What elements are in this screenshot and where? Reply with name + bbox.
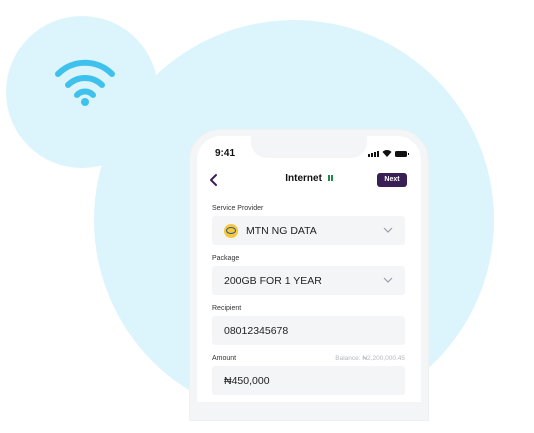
recipient-value: 08012345678 [224, 324, 289, 337]
service-provider-value: MTN NG DATA [246, 224, 317, 237]
amount-value: ₦450,000 [224, 374, 270, 387]
signal-icon [368, 151, 379, 157]
wifi-status-icon [382, 149, 392, 157]
status-time: 9:41 [215, 148, 236, 159]
status-icons [368, 149, 409, 157]
battery-icon [395, 151, 409, 157]
service-provider-select[interactable]: MTN NG DATA [212, 216, 405, 245]
chevron-down-icon [383, 227, 393, 233]
chevron-left-icon[interactable] [207, 173, 221, 187]
page-title: Internet [285, 173, 322, 184]
phone-notch [251, 136, 367, 158]
wifi-icon [55, 59, 115, 106]
nigeria-flag-icon [327, 175, 333, 182]
recipient-label: Recipient [212, 305, 242, 312]
package-label: Package [212, 255, 240, 262]
next-button[interactable]: Next [377, 173, 407, 187]
chevron-down-icon [383, 277, 393, 283]
balance-text: Balance: ₦2,200,000.45 [335, 355, 405, 362]
mtn-logo [224, 223, 238, 238]
amount-label: Amount [212, 355, 237, 362]
page-title-wrap: Internet [267, 173, 351, 184]
package-select[interactable]: 200GB FOR 1 YEAR [212, 266, 405, 295]
phone-screen: 9:41 Internet Next Service Provider MTN … [197, 136, 421, 402]
recipient-input[interactable]: 08012345678 [212, 316, 405, 345]
package-value: 200GB FOR 1 YEAR [224, 274, 322, 287]
screen-header: Internet Next [197, 170, 421, 190]
amount-input[interactable]: ₦450,000 [212, 366, 405, 395]
service-provider-label: Service Provider [212, 205, 264, 212]
